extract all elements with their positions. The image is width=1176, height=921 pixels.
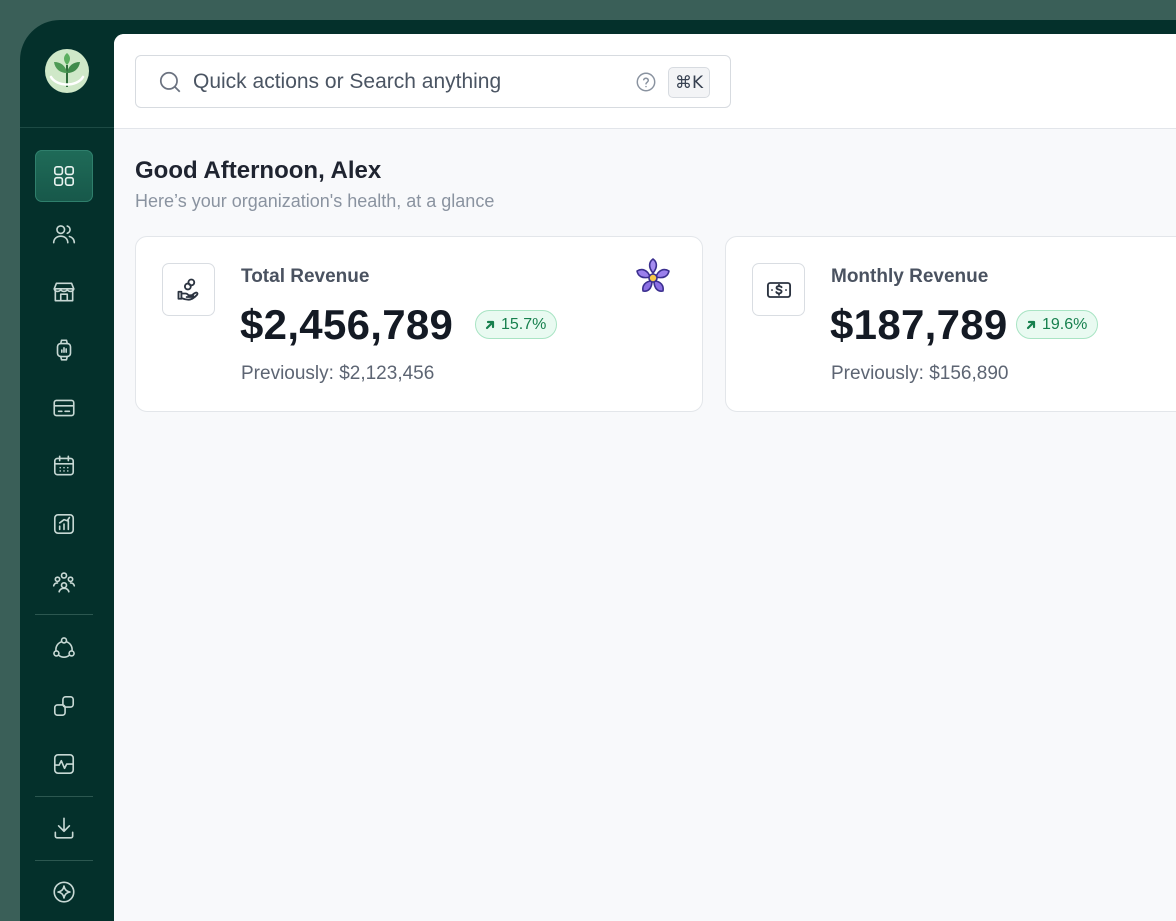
logo-area	[20, 20, 114, 128]
leaf-logo-icon[interactable]	[43, 47, 91, 100]
download-icon	[54, 817, 74, 839]
main-content: ⌘K Good Afternoon, Alex Here’s your orga…	[114, 34, 1176, 921]
nav-item-integrations[interactable]	[35, 622, 93, 674]
nav-item-download[interactable]	[35, 802, 93, 854]
nav-divider	[35, 796, 93, 797]
pulse-icon	[53, 753, 75, 775]
connections-icon	[53, 637, 75, 658]
total-revenue-card: Total Revenue $2,456,789 15.7% Previousl…	[135, 236, 703, 412]
nav-item-store[interactable]	[35, 266, 93, 318]
nav-item-analytics[interactable]	[35, 498, 93, 550]
team-icon	[52, 572, 76, 593]
search-icon	[157, 69, 183, 95]
arrow-up-right-icon	[485, 320, 495, 329]
grid-icon	[53, 165, 75, 187]
page-subtitle: Here’s your organization's health, at a …	[135, 191, 495, 211]
nav-divider	[35, 614, 93, 615]
page-title: Good Afternoon, Alex	[135, 157, 382, 184]
users-icon	[52, 225, 76, 244]
chart-icon	[53, 513, 75, 535]
sparkle-icon	[53, 881, 75, 903]
search-bar[interactable]: ⌘K	[135, 55, 731, 108]
nav-item-team[interactable]	[35, 556, 93, 608]
credit-card-icon	[53, 399, 75, 417]
shortcut-hint: ⌘K	[668, 67, 711, 98]
smartwatch-icon	[56, 339, 72, 361]
change-value: 19.6%	[1042, 315, 1088, 333]
card-previous: Previously: $156,890	[831, 363, 1009, 384]
nav-item-watch[interactable]	[35, 324, 93, 376]
flower-icon	[633, 256, 673, 296]
nav-item-dashboard[interactable]	[35, 150, 93, 202]
card-title: Total Revenue	[241, 266, 370, 287]
store-icon	[53, 282, 75, 302]
search-input[interactable]	[193, 69, 613, 94]
card-value: $187,789	[830, 301, 1008, 348]
banknote-icon	[766, 281, 791, 298]
change-badge: 19.6%	[1016, 310, 1099, 339]
nav-item-calendar[interactable]	[35, 440, 93, 492]
card-title: Monthly Revenue	[831, 266, 989, 287]
nav-item-activity[interactable]	[35, 738, 93, 790]
nav-item-billing[interactable]	[35, 382, 93, 434]
nav-item-users[interactable]	[35, 208, 93, 260]
shapes-icon	[53, 695, 75, 717]
card-icon-box	[162, 263, 215, 316]
monthly-revenue-card: Monthly Revenue $187,789 19.6% Previousl…	[725, 236, 1176, 412]
calendar-icon	[53, 455, 75, 476]
topbar: ⌘K	[114, 34, 1176, 129]
change-value: 15.7%	[501, 315, 547, 333]
card-previous: Previously: $2,123,456	[241, 363, 435, 384]
arrow-up-right-icon	[1026, 320, 1036, 329]
hand-coins-icon	[177, 278, 198, 301]
help-icon[interactable]	[635, 71, 657, 93]
sidebar	[20, 20, 114, 921]
change-badge: 15.7%	[475, 310, 558, 339]
nav-divider	[35, 860, 93, 861]
card-value: $2,456,789	[240, 301, 454, 348]
nav-item-ai[interactable]	[35, 866, 93, 918]
nav-item-apps[interactable]	[35, 680, 93, 732]
card-icon-box	[752, 263, 805, 316]
app-frame: ⌘K Good Afternoon, Alex Here’s your orga…	[20, 20, 1176, 921]
